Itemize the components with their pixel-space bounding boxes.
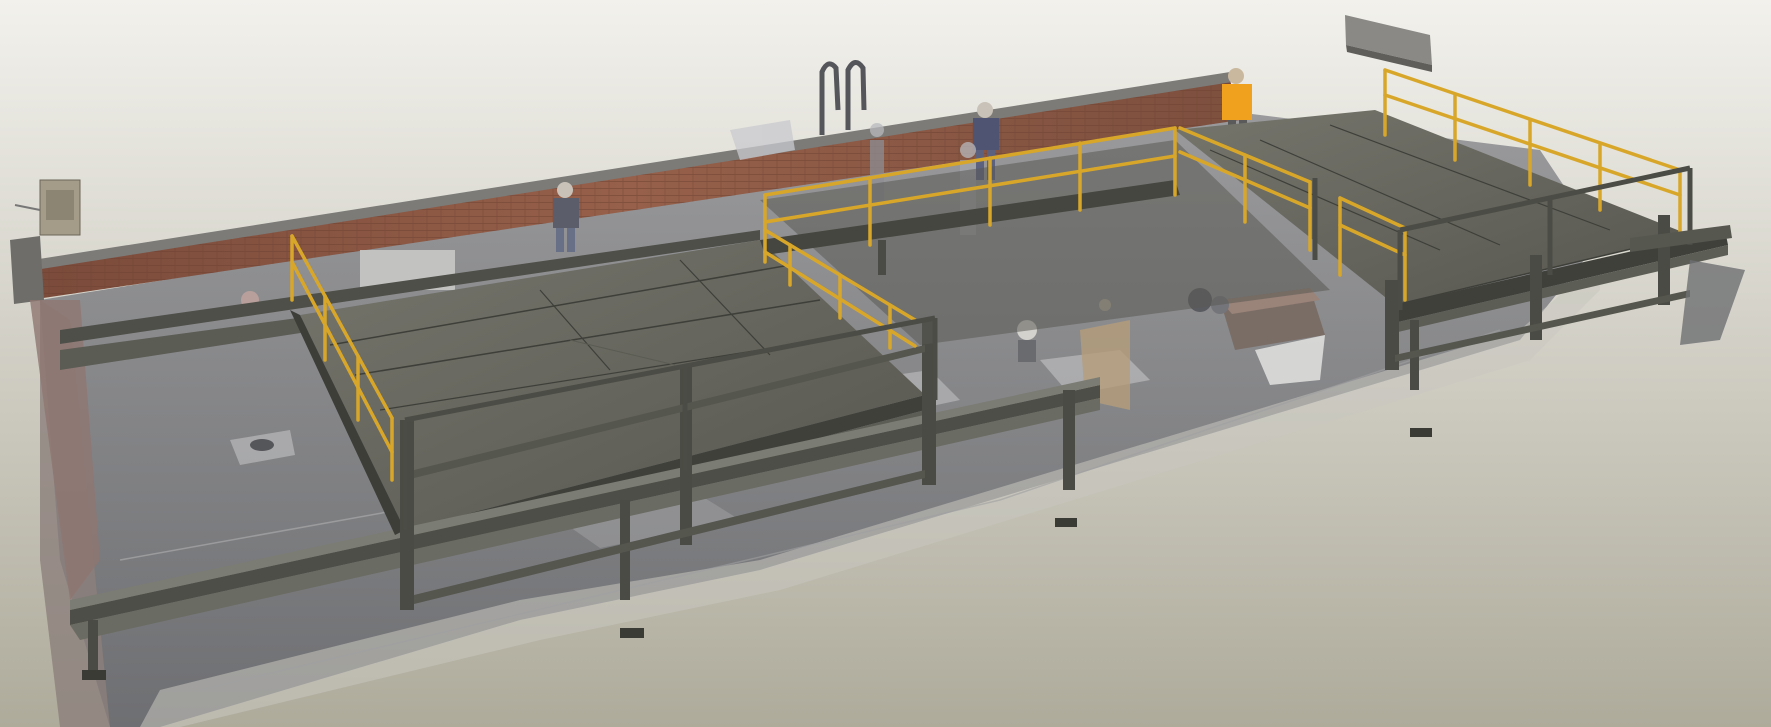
scene-canvas[interactable]: [0, 0, 1771, 727]
model-viewport[interactable]: [0, 0, 1771, 727]
